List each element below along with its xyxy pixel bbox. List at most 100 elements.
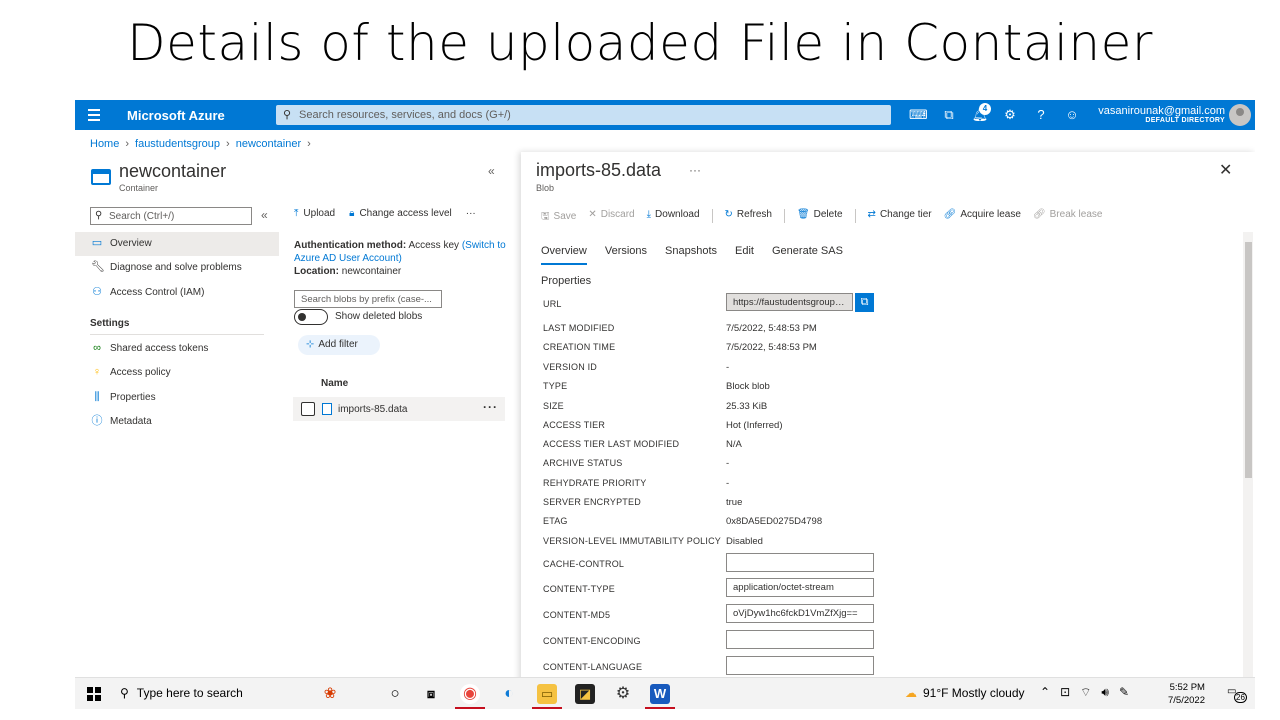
- settings-gear-icon[interactable]: ⚙: [613, 684, 633, 704]
- azure-brand[interactable]: Microsoft Azure: [127, 108, 225, 123]
- content-encoding-field[interactable]: [726, 630, 874, 649]
- menu-search-input[interactable]: ⚲ Search (Ctrl+/): [90, 207, 252, 225]
- page-title: newcontainer: [119, 161, 227, 181]
- more-options-icon[interactable]: ···: [466, 208, 476, 219]
- windows-start-icon[interactable]: [87, 687, 101, 701]
- container-toolbar: ⤒ Upload 🔒︎ Change access level ···: [294, 208, 476, 219]
- sidebar-item-metadata[interactable]: ⓘ Metadata: [75, 410, 279, 434]
- task-view-icon[interactable]: ⧈: [421, 684, 441, 704]
- copy-icon[interactable]: ⧉: [855, 293, 874, 312]
- edge-icon[interactable]: ◐: [499, 684, 519, 704]
- gear-icon[interactable]: ⚙: [1001, 106, 1019, 124]
- sticky-notes-icon[interactable]: ◪: [575, 684, 595, 704]
- show-deleted-toggle[interactable]: [294, 309, 328, 325]
- cache-control-field[interactable]: [726, 553, 874, 572]
- wifi-icon[interactable]: ⌔: [1080, 685, 1091, 700]
- word-icon[interactable]: W: [650, 684, 670, 704]
- auth-method-value: Access key: [408, 240, 460, 251]
- change-tier-button[interactable]: ⇄ Change tier: [868, 209, 932, 226]
- tab-edit[interactable]: Edit: [735, 245, 754, 265]
- search-highlight-icon[interactable]: ❀: [320, 684, 340, 704]
- sidebar-item-iam[interactable]: ⚇ Access Control (IAM): [75, 281, 279, 305]
- system-clock[interactable]: 5:52 PM 7/5/2022: [1168, 681, 1205, 707]
- global-search-input[interactable]: ⚲ Search resources, services, and docs (…: [276, 105, 891, 125]
- delete-button[interactable]: 🗑︎ Delete: [797, 209, 843, 226]
- meet-now-icon[interactable]: ⊡: [1060, 685, 1070, 700]
- info-icon: ⓘ: [91, 415, 103, 427]
- volume-icon[interactable]: 🔊︎: [1101, 685, 1109, 700]
- break-lease-button[interactable]: 🔗︎ Break lease: [1033, 209, 1103, 226]
- content-type-field[interactable]: application/octet-stream: [726, 578, 874, 597]
- change-access-level-button[interactable]: 🔒︎ Change access level: [349, 208, 452, 219]
- blob-name[interactable]: imports-85.data: [338, 404, 407, 415]
- trash-icon: 🗑︎: [796, 209, 810, 220]
- hamburger-menu-icon[interactable]: [85, 106, 103, 124]
- content-md5-field[interactable]: oVjDyw1hc6fckD1VmZfXjg==: [726, 604, 874, 623]
- sidebar-item-diagnose[interactable]: 🔧︎ Diagnose and solve problems: [75, 256, 279, 280]
- sidebar-item-label: Metadata: [110, 416, 152, 427]
- tab-overview[interactable]: Overview: [541, 245, 587, 265]
- save-button[interactable]: 🖫︎ Save: [541, 209, 576, 226]
- scrollbar-thumb[interactable]: [1245, 242, 1252, 478]
- close-icon[interactable]: ✕: [1219, 160, 1232, 180]
- broken-link-icon: 🔗︎: [1032, 209, 1046, 220]
- sidebar-item-label: Access Control (IAM): [110, 287, 205, 298]
- pen-icon[interactable]: ✎: [1119, 685, 1129, 700]
- location-label: Location:: [294, 266, 339, 277]
- notification-center-icon[interactable]: ▭ 26: [1227, 686, 1247, 703]
- tab-snapshots[interactable]: Snapshots: [665, 245, 717, 265]
- prop-label: SERVER ENCRYPTED: [543, 497, 641, 507]
- panel-subtitle: Blob: [536, 183, 555, 193]
- prop-value: -: [726, 458, 730, 469]
- url-field[interactable]: https://faustudentsgroup.blob.core.windo…: [726, 293, 853, 311]
- refresh-button[interactable]: ↻ Refresh: [725, 209, 772, 226]
- help-icon[interactable]: ?: [1032, 106, 1050, 124]
- chevron-up-icon[interactable]: ⌃: [1040, 685, 1050, 700]
- vertical-scrollbar[interactable]: [1243, 232, 1253, 708]
- add-filter-button[interactable]: ⊹ Add filter: [298, 335, 380, 355]
- tab-generate-sas[interactable]: Generate SAS: [772, 245, 843, 265]
- taskbar-search[interactable]: ⚲ Type here to search: [120, 686, 243, 700]
- chevron-right-icon: ›: [125, 138, 130, 150]
- file-explorer-icon[interactable]: ▭: [537, 684, 557, 704]
- prop-label: VERSION ID: [543, 362, 598, 372]
- table-row[interactable]: imports-85.data ···: [293, 397, 505, 421]
- feedback-icon[interactable]: ☺: [1063, 106, 1081, 124]
- weather-widget[interactable]: ☁ 91°F Mostly cloudy: [905, 686, 1025, 700]
- blob-search-input[interactable]: Search blobs by prefix (case-...: [294, 290, 442, 308]
- prop-label: REHYDRATE PRIORITY: [543, 478, 647, 488]
- row-more-icon[interactable]: ···: [483, 400, 498, 414]
- acquire-lease-button[interactable]: 🔗︎ Acquire lease: [944, 209, 1021, 226]
- chrome-icon[interactable]: ◉: [460, 684, 480, 704]
- account-info[interactable]: vasanirounak@gmail.com DEFAULT DIRECTORY: [1098, 105, 1225, 124]
- avatar[interactable]: [1229, 104, 1251, 126]
- breadcrumb-storage-account[interactable]: faustudentsgroup: [135, 138, 220, 150]
- upload-button[interactable]: ⤒ Upload: [294, 208, 335, 219]
- cortana-icon[interactable]: ○: [385, 684, 405, 704]
- panel-more-icon[interactable]: ···: [689, 163, 701, 177]
- sidebar-item-overview[interactable]: ▭ Overview: [75, 232, 279, 256]
- row-checkbox[interactable]: [301, 402, 315, 416]
- discard-label: Discard: [600, 209, 635, 220]
- breadcrumb-container[interactable]: newcontainer: [236, 138, 301, 150]
- account-directory: DEFAULT DIRECTORY: [1145, 117, 1225, 124]
- cloud-shell-icon[interactable]: ⌨: [909, 106, 928, 124]
- breadcrumb-home[interactable]: Home: [90, 138, 119, 150]
- show-deleted-label: Show deleted blobs: [335, 311, 423, 322]
- change-tier-label: Change tier: [879, 209, 932, 220]
- download-button[interactable]: ⤓ Download: [647, 209, 700, 226]
- directory-filter-icon[interactable]: ⧉: [940, 106, 958, 124]
- collapse-menu-icon[interactable]: «: [261, 208, 268, 222]
- collapse-chevron-icon[interactable]: «: [488, 164, 495, 178]
- azure-portal-window: Microsoft Azure ⚲ Search resources, serv…: [75, 100, 1255, 708]
- column-header-name[interactable]: Name: [321, 378, 348, 389]
- sidebar-item-shared-access-tokens[interactable]: ∞ Shared access tokens: [75, 337, 279, 361]
- weather-icon: ☁: [905, 686, 917, 700]
- clock-time: 5:52 PM: [1169, 682, 1205, 693]
- sidebar-item-properties[interactable]: ⫼ Properties: [75, 386, 279, 410]
- discard-button[interactable]: ✕ Discard: [588, 209, 634, 226]
- content-language-field[interactable]: [726, 656, 874, 675]
- sidebar-item-access-policy[interactable]: ♀ Access policy: [75, 361, 279, 385]
- prop-label: ACCESS TIER LAST MODIFIED: [543, 439, 680, 449]
- tab-versions[interactable]: Versions: [605, 245, 647, 265]
